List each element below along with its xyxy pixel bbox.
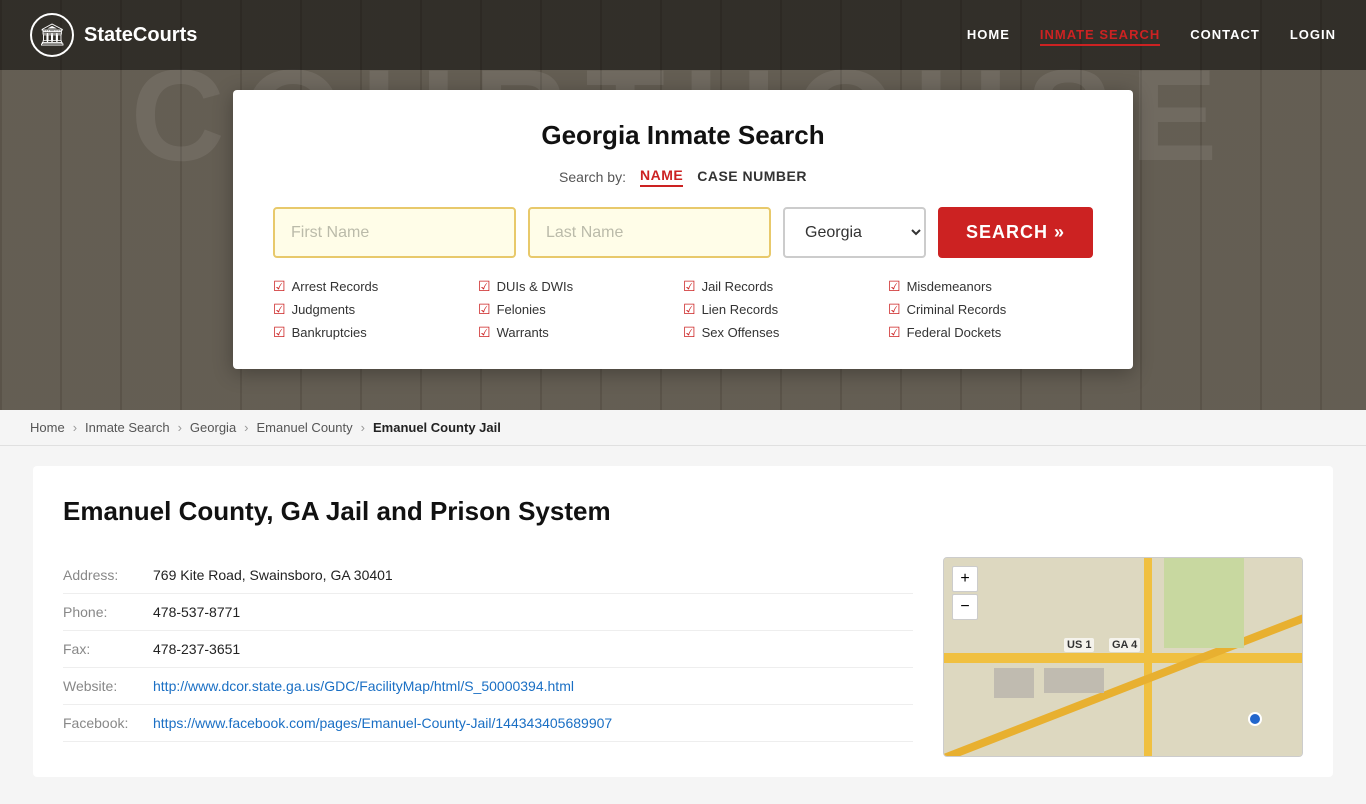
breadcrumb-current: Emanuel County Jail — [373, 420, 501, 435]
search-card-title: Georgia Inmate Search — [273, 120, 1093, 151]
fax-label: Fax: — [63, 641, 153, 657]
info-facebook-row: Facebook: https://www.facebook.com/pages… — [63, 705, 913, 742]
brand-logo: 🏛 — [30, 13, 74, 57]
check-icon-felonies: ☑ — [478, 301, 491, 318]
nav-contact[interactable]: CONTACT — [1190, 27, 1260, 42]
check-sex-offenses: ☑ Sex Offenses — [683, 324, 888, 341]
website-value: http://www.dcor.state.ga.us/GDC/Facility… — [153, 678, 574, 694]
search-inputs-row: Georgia Alabama Florida Tennessee SEARCH… — [273, 207, 1093, 258]
check-duis: ☑ DUIs & DWIs — [478, 278, 683, 295]
address-label: Address: — [63, 567, 153, 583]
nav-inmate-search[interactable]: INMATE SEARCH — [1040, 27, 1160, 46]
website-label: Website: — [63, 678, 153, 694]
first-name-input[interactable] — [273, 207, 516, 258]
facility-info: Address: 769 Kite Road, Swainsboro, GA 3… — [63, 557, 913, 757]
facebook-label: Facebook: — [63, 715, 153, 731]
brand-link[interactable]: 🏛 StateCourts — [30, 13, 197, 57]
check-icon-lien: ☑ — [683, 301, 696, 318]
last-name-input[interactable] — [528, 207, 771, 258]
check-felonies: ☑ Felonies — [478, 301, 683, 318]
nav-links: HOME INMATE SEARCH CONTACT LOGIN — [967, 26, 1336, 44]
info-phone-row: Phone: 478-537-8771 — [63, 594, 913, 631]
state-select[interactable]: Georgia Alabama Florida Tennessee — [783, 207, 926, 258]
check-federal-dockets: ☑ Federal Dockets — [888, 324, 1093, 341]
nav-home[interactable]: HOME — [967, 27, 1010, 42]
tab-case-number[interactable]: CASE NUMBER — [697, 168, 807, 186]
check-icon-federal: ☑ — [888, 324, 901, 341]
info-address-row: Address: 769 Kite Road, Swainsboro, GA 3… — [63, 557, 913, 594]
check-icon-jail: ☑ — [683, 278, 696, 295]
facebook-link[interactable]: https://www.facebook.com/pages/Emanuel-C… — [153, 715, 612, 731]
map-label-ga4: GA 4 — [1109, 638, 1140, 652]
check-warrants: ☑ Warrants — [478, 324, 683, 341]
breadcrumb-georgia[interactable]: Georgia — [190, 420, 236, 435]
check-icon-sex-offenses: ☑ — [683, 324, 696, 341]
check-arrest-records: ☑ Arrest Records — [273, 278, 478, 295]
check-jail-records: ☑ Jail Records — [683, 278, 888, 295]
check-lien-records: ☑ Lien Records — [683, 301, 888, 318]
breadcrumb-sep-1: › — [73, 420, 77, 435]
map-box: + − US 1 GA 4 — [943, 557, 1303, 757]
check-judgments: ☑ Judgments — [273, 301, 478, 318]
website-link[interactable]: http://www.dcor.state.ga.us/GDC/Facility… — [153, 678, 574, 694]
breadcrumb-home[interactable]: Home — [30, 420, 65, 435]
check-icon-duis: ☑ — [478, 278, 491, 295]
facility-layout: Address: 769 Kite Road, Swainsboro, GA 3… — [63, 557, 1303, 757]
check-bankruptcies: ☑ Bankruptcies — [273, 324, 478, 341]
breadcrumb-inmate-search[interactable]: Inmate Search — [85, 420, 170, 435]
search-by-row: Search by: NAME CASE NUMBER — [273, 167, 1093, 187]
facility-title: Emanuel County, GA Jail and Prison Syste… — [63, 496, 1303, 527]
map-zoom-out[interactable]: − — [952, 594, 978, 620]
brand-name: StateCourts — [84, 24, 197, 47]
map-label-us1: US 1 — [1064, 638, 1094, 652]
checkboxes-grid: ☑ Arrest Records ☑ DUIs & DWIs ☑ Jail Re… — [273, 278, 1093, 341]
breadcrumb-sep-3: › — [244, 420, 248, 435]
breadcrumb-emanuel-county[interactable]: Emanuel County — [257, 420, 353, 435]
check-icon-arrest: ☑ — [273, 278, 286, 295]
fax-value: 478-237-3651 — [153, 641, 240, 657]
search-button[interactable]: SEARCH » — [938, 207, 1093, 258]
facebook-value: https://www.facebook.com/pages/Emanuel-C… — [153, 715, 612, 731]
info-website-row: Website: http://www.dcor.state.ga.us/GDC… — [63, 668, 913, 705]
search-by-label: Search by: — [559, 169, 626, 185]
map-svg — [944, 558, 1302, 756]
breadcrumb-sep-4: › — [361, 420, 365, 435]
content-card: Emanuel County, GA Jail and Prison Syste… — [33, 466, 1333, 777]
check-icon-judgments: ☑ — [273, 301, 286, 318]
nav-login[interactable]: LOGIN — [1290, 27, 1336, 42]
map-pin — [1248, 712, 1262, 726]
map-zoom-in[interactable]: + — [952, 566, 978, 592]
phone-value: 478-537-8771 — [153, 604, 240, 620]
check-icon-bankruptcies: ☑ — [273, 324, 286, 341]
check-icon-misdemeanors: ☑ — [888, 278, 901, 295]
map-controls: + − — [952, 566, 978, 620]
search-card: Georgia Inmate Search Search by: NAME CA… — [233, 90, 1133, 369]
phone-label: Phone: — [63, 604, 153, 620]
breadcrumb-sep-2: › — [178, 420, 182, 435]
navbar: 🏛 StateCourts HOME INMATE SEARCH CONTACT… — [0, 0, 1366, 70]
check-misdemeanors: ☑ Misdemeanors — [888, 278, 1093, 295]
content-area: Emanuel County, GA Jail and Prison Syste… — [0, 446, 1366, 804]
check-icon-warrants: ☑ — [478, 324, 491, 341]
breadcrumb: Home › Inmate Search › Georgia › Emanuel… — [0, 410, 1366, 446]
check-icon-criminal: ☑ — [888, 301, 901, 318]
tab-name[interactable]: NAME — [640, 167, 683, 187]
address-value: 769 Kite Road, Swainsboro, GA 30401 — [153, 567, 393, 583]
info-fax-row: Fax: 478-237-3651 — [63, 631, 913, 668]
check-criminal-records: ☑ Criminal Records — [888, 301, 1093, 318]
